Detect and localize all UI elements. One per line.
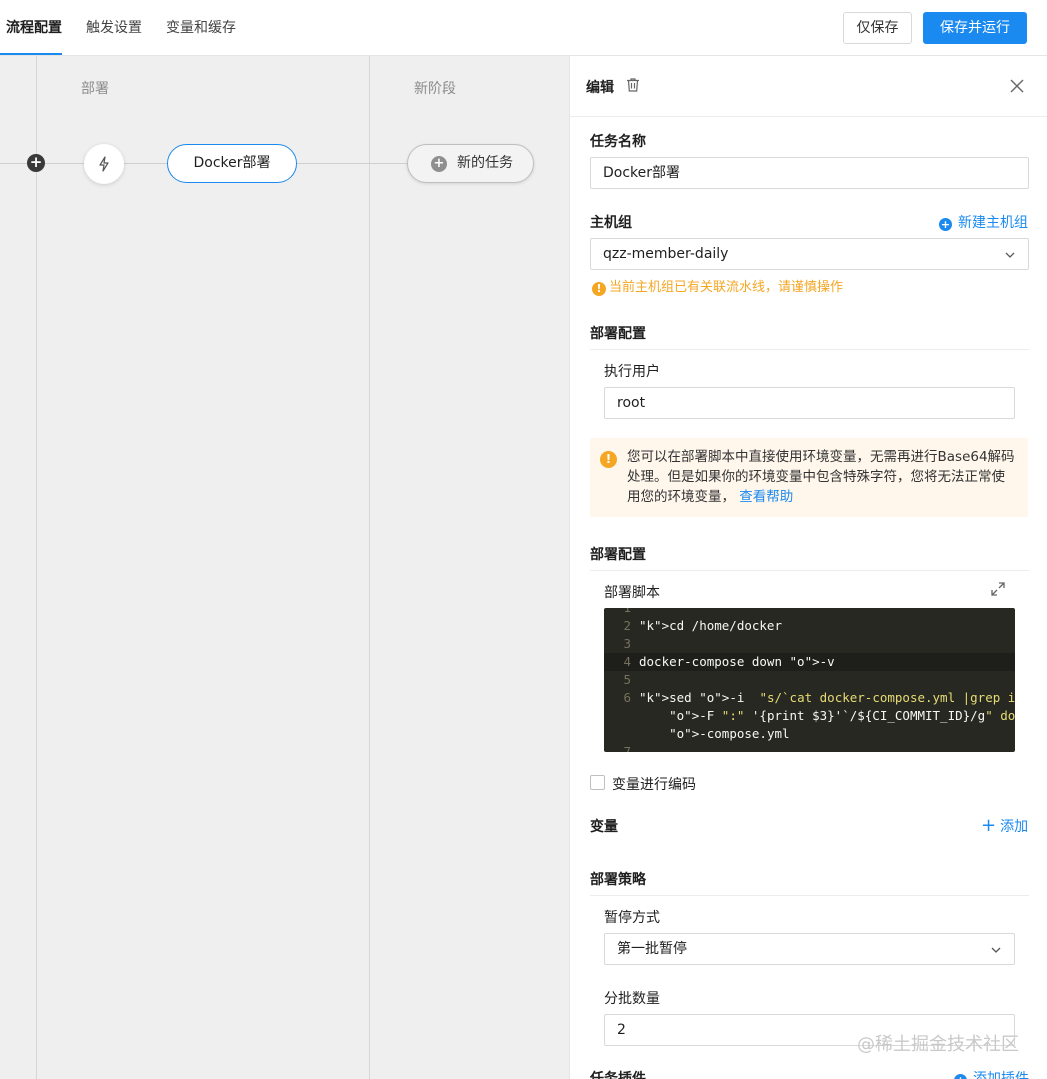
add-plugin-text: 添加插件 (973, 1071, 1029, 1079)
plus-circle-icon: + (431, 156, 447, 172)
tab-trigger-settings[interactable]: 触发设置 (86, 19, 142, 37)
strategy-heading: 部署策略 (590, 872, 646, 888)
new-host-group-link[interactable]: + 新建主机组 (939, 212, 1028, 232)
top-navigation: 流程配置 触发设置 变量和缓存 仅保存 保存并运行 (0, 0, 1047, 56)
code-line-wrap: "o">-compose.yml (669, 726, 790, 741)
code-line: 7 (623, 744, 631, 752)
deploy-config-heading: 部署配置 (590, 326, 646, 342)
script-label: 部署脚本 (604, 585, 660, 601)
new-job-label: 新的任务 (457, 155, 513, 171)
connector-line (124, 163, 167, 164)
save-only-button[interactable]: 仅保存 (843, 12, 912, 44)
exec-user-input[interactable]: root (604, 387, 1015, 419)
env-var-notice: ! 您可以在部署脚本中直接使用环境变量，无需再进行Base64解码处理。但是如果… (590, 438, 1028, 517)
trigger-node[interactable] (84, 144, 124, 184)
expand-icon[interactable] (990, 581, 1006, 597)
plus-icon: + (981, 815, 997, 836)
trash-icon[interactable] (625, 77, 641, 93)
new-host-group-text: 新建主机组 (958, 215, 1028, 231)
pipeline-canvas: 部署 新阶段 + Docker部署 + 新的任务 (0, 56, 569, 1079)
host-group-label: 主机组 (590, 215, 632, 231)
plus-circle-icon: + (939, 218, 952, 231)
warning-icon: ! (600, 451, 617, 468)
task-name-label: 任务名称 (590, 134, 646, 150)
code-line: 2 "k">cd /home/docker (623, 618, 782, 633)
close-icon[interactable] (1009, 78, 1025, 94)
new-job-button[interactable]: + 新的任务 (407, 144, 534, 183)
variables-label: 变量 (590, 819, 618, 835)
chevron-down-icon (1005, 252, 1015, 258)
host-group-warning-text: 当前主机组已有关联流水线，请谨慎操作 (609, 280, 844, 295)
section-divider (590, 349, 1029, 350)
tab-variables-cache[interactable]: 变量和缓存 (166, 19, 236, 37)
active-tab-indicator (0, 53, 62, 55)
task-name-input[interactable]: Docker部署 (590, 157, 1029, 189)
task-plugin-label: 任务插件 (590, 1071, 646, 1079)
notice-text: 您可以在部署脚本中直接使用环境变量，无需再进行Base64解码处理。但是如果你的… (627, 449, 1015, 505)
tab-pipeline-config[interactable]: 流程配置 (6, 19, 62, 37)
view-help-link[interactable]: 查看帮助 (739, 489, 793, 505)
pause-mode-value: 第一批暂停 (617, 941, 687, 957)
code-line: 5 (623, 672, 631, 687)
stage-divider (369, 56, 370, 1079)
add-stage-icon[interactable]: + (27, 154, 45, 172)
add-variable-link[interactable]: + 添加 (981, 816, 1028, 836)
batch-count-label: 分批数量 (604, 991, 660, 1007)
edit-panel: 编辑 任务名称 Docker部署 主机组 + 新建主机组 qzz-member-d… (569, 56, 1047, 1079)
stage-title-new[interactable]: 新阶段 (414, 78, 456, 98)
pause-mode-label: 暂停方式 (604, 910, 660, 926)
plus-circle-icon: + (954, 1074, 967, 1079)
section-divider (590, 895, 1029, 896)
code-line-wrap: "o">-F ":" '{print $3}'`/${CI_COMMIT_ID}… (669, 708, 1015, 723)
deploy-config-heading-2: 部署配置 (590, 547, 646, 563)
host-group-warning: ! 当前主机组已有关联流水线，请谨慎操作 (592, 276, 843, 296)
script-editor[interactable]: 1 2"k">cd /home/docker 3 4docker-compose… (604, 608, 1015, 752)
code-line: 3 (623, 636, 631, 651)
panel-title: 编辑 (586, 80, 614, 96)
stage-title-deploy: 部署 (81, 81, 109, 97)
exec-user-label: 执行用户 (604, 364, 660, 380)
save-and-run-button[interactable]: 保存并运行 (923, 12, 1027, 44)
add-variable-text: 添加 (1000, 819, 1029, 835)
stage-divider (36, 56, 37, 1079)
warning-icon: ! (592, 282, 606, 296)
encode-variables-checkbox[interactable] (590, 775, 605, 790)
connector-line (297, 163, 407, 164)
code-line: 1 (604, 608, 1015, 617)
job-node-docker-deploy[interactable]: Docker部署 (167, 144, 297, 183)
host-group-select[interactable]: qzz-member-daily (590, 238, 1029, 270)
code-line-current: 4 docker-compose down "o">-v (604, 653, 1015, 671)
section-divider (590, 570, 1029, 571)
add-plugin-link[interactable]: + 添加插件 (954, 1068, 1029, 1079)
encode-variables-label[interactable]: 变量进行编码 (612, 774, 696, 794)
watermark: @稀土掘金技术社区 (857, 1034, 1019, 1055)
host-group-value: qzz-member-daily (603, 246, 729, 262)
lightning-icon (99, 156, 109, 172)
pause-mode-select[interactable]: 第一批暂停 (604, 933, 1015, 965)
chevron-down-icon (991, 947, 1001, 953)
code-line: 6 "k">sed "o">-i "s/`cat docker-compose.y… (623, 690, 1015, 705)
panel-header: 编辑 (570, 56, 1047, 117)
